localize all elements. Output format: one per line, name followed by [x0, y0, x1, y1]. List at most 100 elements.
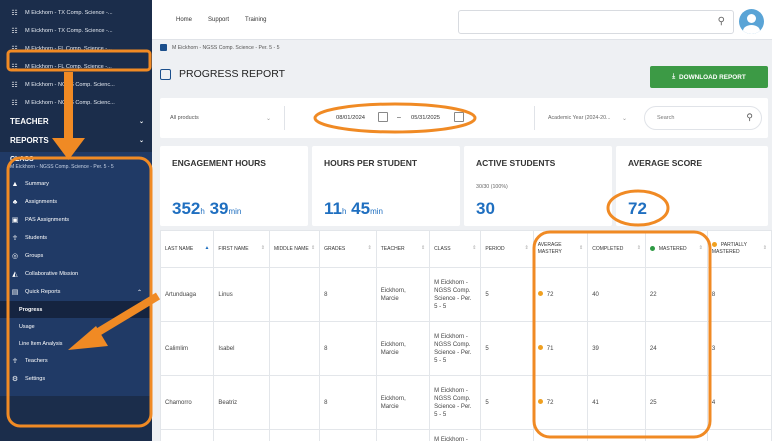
col-completed[interactable]: COMPLETED ⇕: [587, 230, 646, 268]
nav-collaborative-mission[interactable]: ◭ Collaborative Mission: [0, 265, 152, 283]
sidebar-class-item[interactable]: ☷ M Eickhorn - NGSS Comp. Scienc...: [0, 76, 152, 94]
class-subtitle: M Eickhorn - NGSS Comp. Science - Per. 5…: [10, 164, 114, 170]
download-report-button[interactable]: ⤓ DOWNLOAD REPORT: [650, 66, 768, 88]
sort-icon[interactable]: ⇕: [368, 245, 372, 252]
nav-support-link[interactable]: Support: [208, 17, 229, 23]
table-row[interactable]: Calimlim Isabel 8 Eickhorn, Marcie M Eic…: [160, 321, 772, 376]
divider: [284, 106, 285, 130]
chevron-down-icon[interactable]: ⌄: [622, 115, 627, 122]
nav-label: Collaborative Mission: [25, 271, 79, 277]
col-average-mastery[interactable]: AVERAGE MASTERY ⇕: [532, 230, 589, 268]
col-partially-mastered[interactable]: PARTIALLY MASTERED ⇕: [706, 230, 772, 268]
sort-icon[interactable]: ⇕: [472, 245, 476, 252]
sort-icon[interactable]: ⇕: [261, 245, 265, 252]
sort-icon[interactable]: ⇕: [311, 245, 315, 252]
partial-dot-icon: [711, 242, 717, 248]
table-row[interactable]: Artunduaga Linus 8 Eickhorn, Marcie M Ei…: [160, 267, 772, 322]
nav-quick-reports[interactable]: ▤ Quick Reports ⌃: [0, 283, 152, 301]
calendar-icon[interactable]: [378, 112, 388, 122]
progress-table: LAST NAME ▲ FIRST NAME ⇕ MIDDLE NAME ⇕ GRAD…: [160, 230, 772, 441]
cell-class: M Eickhorn - NGSS Comp. Science - Per. 5…: [429, 321, 482, 376]
nav-students[interactable]: ☥ Students: [0, 229, 152, 247]
class-panel: CLASS M Eickhorn - NGSS Comp. Science - …: [0, 152, 152, 396]
sidebar-class-item[interactable]: ☷ M Eickhorn - NGSS Comp. Scienc...: [0, 94, 152, 112]
sidebar-class-item[interactable]: ☷ M Eickhorn - TX Comp. Science -...: [0, 4, 152, 22]
card-title: ENGAGEMENT HOURS: [172, 158, 266, 168]
nav-progress[interactable]: Progress: [0, 301, 152, 318]
search-icon[interactable]: ⚲: [746, 112, 753, 123]
header-label: AVERAGE MASTERY: [537, 242, 562, 255]
filter-bar: All products ⌄ 08/01/2024 – 05/31/2025 A…: [160, 98, 768, 138]
hours-unit: h: [341, 207, 347, 216]
calendar-icon[interactable]: [454, 112, 464, 122]
col-mastered[interactable]: MASTERED ⇕: [644, 230, 708, 268]
col-grades[interactable]: GRADES ⇕: [319, 230, 377, 268]
cell-grade: 8: [319, 321, 377, 376]
sidebar-section-teacher[interactable]: TEACHER ⌄: [0, 112, 152, 131]
nav-assignments[interactable]: ♣ Assignments: [0, 193, 152, 211]
nav-usage[interactable]: Usage: [0, 318, 152, 335]
table-row[interactable]: M Eickhorn -: [160, 429, 772, 441]
table-row[interactable]: Chamorro Beatriz 8 Eickhorn, Marcie M Ei…: [160, 375, 772, 430]
nav-groups[interactable]: ◎ Groups: [0, 247, 152, 265]
cell-teacher: [375, 429, 431, 441]
sort-icon[interactable]: ⇕: [637, 245, 641, 252]
cell-first-name: [213, 429, 270, 441]
sort-icon[interactable]: ⇕: [525, 245, 529, 252]
sort-icon[interactable]: ⇕: [421, 245, 425, 252]
chevron-down-icon[interactable]: ⌄: [266, 115, 271, 122]
sidebar-class-item[interactable]: ☷ M Eickhorn - FL Comp. Science -...: [0, 58, 152, 76]
report-search-input[interactable]: Search ⚲: [644, 106, 762, 130]
date-separator: –: [397, 114, 401, 121]
nav-home-link[interactable]: Home: [176, 17, 192, 23]
col-first-name[interactable]: FIRST NAME ⇕: [213, 230, 270, 268]
sidebar-section-reports[interactable]: REPORTS ⌄: [0, 131, 152, 150]
cell-mastered: 25: [644, 375, 708, 430]
active-value: 30: [476, 199, 495, 218]
nav-summary[interactable]: ▲ Summary: [0, 175, 152, 193]
academic-year-select[interactable]: Academic Year (2024-20...: [548, 115, 610, 121]
active-detail: 30/30 (100%): [476, 184, 508, 190]
nav-training-link[interactable]: Training: [245, 17, 266, 23]
sort-asc-icon[interactable]: ▲: [204, 245, 209, 252]
col-class[interactable]: CLASS ⇕: [429, 230, 482, 268]
cell-last-name: Artunduaga: [160, 267, 215, 322]
cell-middle-name: [268, 375, 321, 430]
sort-icon[interactable]: ⇕: [763, 245, 767, 252]
avatar-body: [743, 25, 760, 34]
mastered-dot-icon: [649, 245, 655, 251]
nav-label: Students: [25, 235, 48, 241]
breadcrumb-text[interactable]: M Eickhorn - NGSS Comp. Science - Per. 5…: [172, 45, 280, 51]
mastery-value: 72: [546, 291, 554, 298]
global-search-input[interactable]: ⚲: [458, 10, 734, 34]
cell-mastered: [644, 429, 708, 441]
products-select[interactable]: All products: [170, 115, 199, 121]
sort-icon[interactable]: ⇕: [579, 245, 583, 252]
cell-class: M Eickhorn - NGSS Comp. Science - Per. 5…: [429, 267, 482, 322]
summary-icon: ▲: [11, 180, 19, 188]
nav-teachers[interactable]: ☥ Teachers: [0, 352, 152, 370]
nav-label: PAS Assignments: [25, 217, 70, 223]
sort-icon[interactable]: ⇕: [699, 245, 703, 252]
col-last-name[interactable]: LAST NAME ▲: [160, 230, 215, 268]
start-date-input[interactable]: 08/01/2024: [336, 115, 365, 121]
top-nav: Home Support Training: [176, 17, 267, 23]
reports-icon: ▤: [11, 289, 19, 296]
col-teacher[interactable]: TEACHER ⇕: [375, 230, 431, 268]
card-title: HOURS PER STUDENT: [324, 158, 418, 168]
end-date-input[interactable]: 05/31/2025: [411, 115, 440, 121]
col-middle-name[interactable]: MIDDLE NAME ⇕: [268, 230, 321, 268]
nav-pas-assignments[interactable]: ▣ PAS Assignments: [0, 211, 152, 229]
col-period[interactable]: PERIOD ⇕: [480, 230, 534, 268]
cell-middle-name: [268, 321, 321, 376]
avatar[interactable]: [739, 9, 764, 34]
cell-period: 5: [480, 321, 534, 376]
nav-settings[interactable]: ⚙ Settings: [0, 370, 152, 388]
cell-average-mastery: 72: [532, 375, 589, 430]
nav-line-item-analysis[interactable]: Line Item Analysis: [0, 335, 152, 352]
sidebar-class-item[interactable]: ☷ M Eickhorn - TX Comp. Science -...: [0, 22, 152, 40]
search-icon[interactable]: ⚲: [718, 16, 725, 27]
sidebar-class-item[interactable]: ☷ M Eickhorn - FL Comp. Science -...: [0, 40, 152, 58]
class-icon: [160, 44, 167, 51]
sidebar-class-label: M Eickhorn - FL Comp. Science -...: [25, 46, 112, 52]
